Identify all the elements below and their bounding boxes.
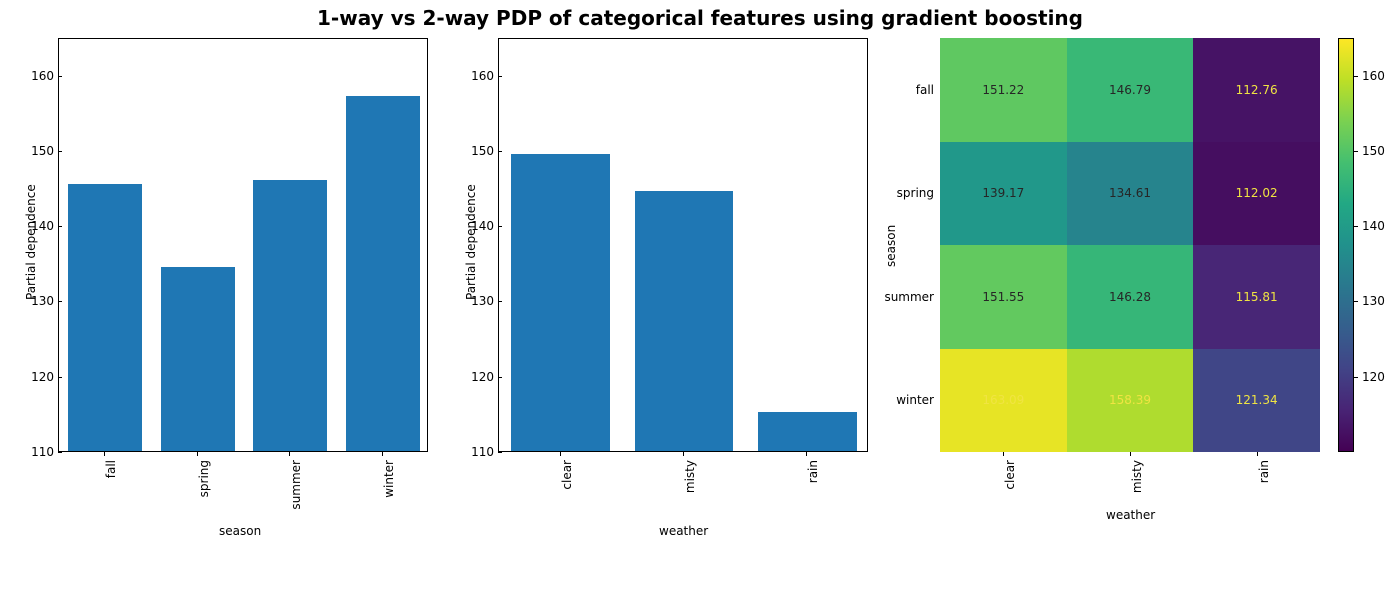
heatmap-ytick-summer: summer: [884, 290, 934, 304]
bar-fall: [68, 184, 142, 451]
heatmap-cell: 163.09: [940, 349, 1067, 453]
ylabel-weather: Partial dependence: [464, 184, 478, 300]
heatmap-ytick-winter: winter: [896, 393, 934, 407]
colorbar-tick: 130: [1362, 294, 1385, 308]
figure-title: 1-way vs 2-way PDP of categorical featur…: [0, 6, 1400, 30]
xlabel-weather: weather: [659, 524, 708, 538]
heatmap-cell: 158.39: [1067, 349, 1194, 453]
heatmap-cell: 112.76: [1193, 38, 1320, 142]
figure: 1-way vs 2-way PDP of categorical featur…: [0, 0, 1400, 600]
xtick-spring: spring: [197, 460, 211, 497]
xtick-summer: summer: [289, 460, 303, 510]
heatmap-ytick-spring: spring: [897, 186, 934, 200]
xtick-clear: clear: [560, 460, 574, 490]
xtick-fall: fall: [104, 460, 118, 478]
colorbar-tick: 120: [1362, 370, 1385, 384]
bar-rain: [758, 412, 857, 451]
ylabel-season: Partial dependence: [24, 184, 38, 300]
heatmap-cell: 112.02: [1193, 142, 1320, 246]
axes-weather-bar: [498, 38, 868, 452]
heatmap-xtick-rain: rain: [1257, 460, 1271, 483]
bar-winter: [346, 96, 420, 451]
heatmap-cell: 115.81: [1193, 245, 1320, 349]
heatmap-ytick-fall: fall: [916, 83, 934, 97]
heatmap-cell: 134.61: [1067, 142, 1194, 246]
bar-clear: [511, 154, 610, 451]
heatmap-cell: 151.22: [940, 38, 1067, 142]
colorbar-tick: 150: [1362, 144, 1385, 158]
bar-misty: [635, 191, 734, 451]
heatmap-cell: 121.34: [1193, 349, 1320, 453]
bar-summer: [253, 180, 327, 451]
heatmap-xtick-misty: misty: [1130, 460, 1144, 493]
heatmap-xlabel: weather: [1106, 508, 1155, 522]
heatmap-cell: 139.17: [940, 142, 1067, 246]
heatmap-cell: 146.79: [1067, 38, 1194, 142]
heatmap-ylabel: season: [884, 225, 898, 267]
heatmap-cell: 151.55: [940, 245, 1067, 349]
heatmap-cell: 146.28: [1067, 245, 1194, 349]
xlabel-season: season: [219, 524, 261, 538]
xtick-misty: misty: [683, 460, 697, 493]
heatmap-xtick-clear: clear: [1003, 460, 1017, 490]
colorbar-tick: 140: [1362, 219, 1385, 233]
axes-heatmap: 151.22146.79112.76 139.17134.61112.02 151.…: [940, 38, 1320, 452]
xtick-rain: rain: [806, 460, 820, 483]
colorbar-tick: 160: [1362, 69, 1385, 83]
axes-season-bar: [58, 38, 428, 452]
bar-spring: [161, 267, 235, 451]
xtick-winter: winter: [382, 460, 396, 498]
colorbar: [1338, 38, 1354, 452]
